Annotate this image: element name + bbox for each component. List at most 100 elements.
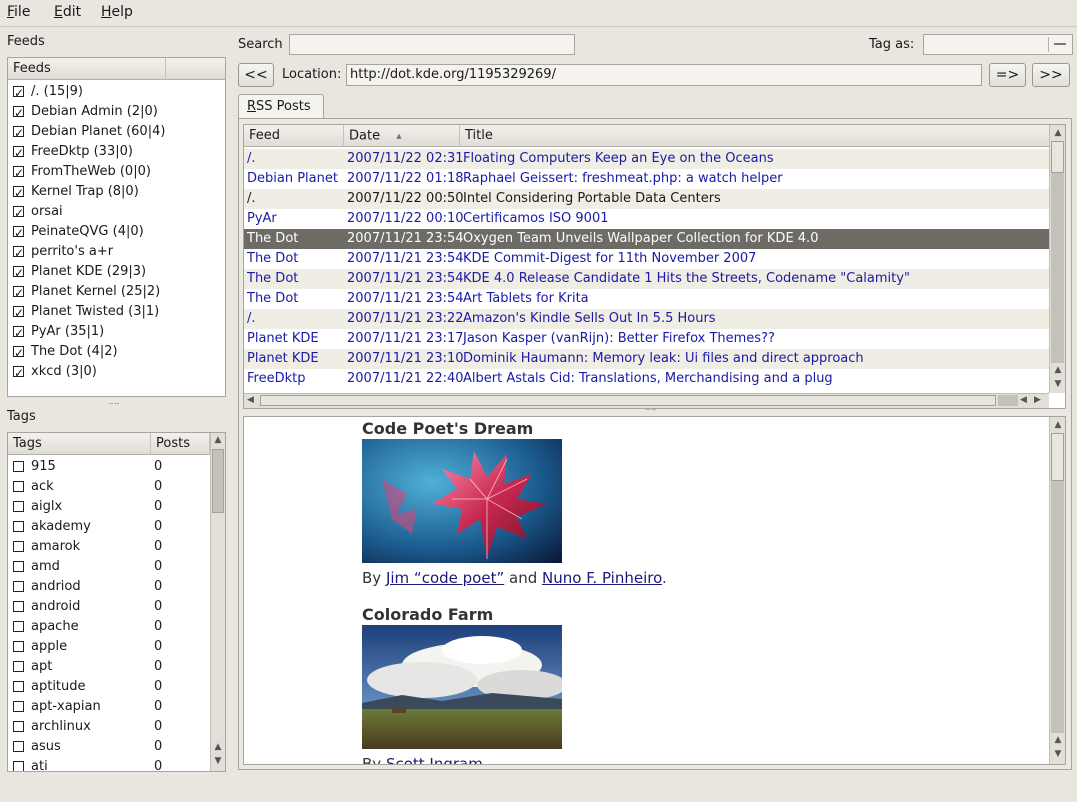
post-row[interactable]: /. 2007/11/22 00:50 Intel Considering Port… [244, 189, 1049, 209]
tag-checkbox[interactable] [13, 641, 24, 652]
tag-item[interactable]: ack 0 [8, 477, 210, 497]
article-vscrollbar[interactable]: ▲ ▲ ▼ [1049, 417, 1065, 764]
menu-file[interactable]: File [7, 4, 30, 20]
scroll-up-icon[interactable]: ▲ [1051, 365, 1065, 375]
tag-checkbox[interactable] [13, 581, 24, 592]
scroll-left-icon[interactable]: ◀ [1020, 395, 1027, 405]
tag-item[interactable]: apt-xapian 0 [8, 697, 210, 717]
feed-item[interactable]: FromTheWeb (0|0) [8, 162, 225, 183]
tag-checkbox[interactable] [13, 661, 24, 672]
feed-checkbox[interactable] [13, 123, 24, 143]
tag-checkbox[interactable] [13, 601, 24, 612]
post-row[interactable]: FreeDktp 2007/11/21 22:40 Albert Astals Ci… [244, 369, 1049, 389]
post-row[interactable]: /. 2007/11/22 02:31 Floating Computers Kee… [244, 149, 1049, 169]
article-vscroll-thumb[interactable] [1051, 433, 1064, 481]
scroll-left-icon[interactable]: ◀ [247, 395, 254, 405]
scroll-up-icon[interactable]: ▲ [1051, 735, 1065, 745]
tag-item[interactable]: aptitude 0 [8, 677, 210, 697]
tag-checkbox[interactable] [13, 561, 24, 572]
scroll-up-icon[interactable]: ▲ [1051, 420, 1065, 430]
tag-item[interactable]: amd 0 [8, 557, 210, 577]
tag-item[interactable]: akademy 0 [8, 517, 210, 537]
feed-checkbox[interactable] [13, 263, 24, 283]
tag-item[interactable]: amarok 0 [8, 537, 210, 557]
tag-item[interactable]: 915 0 [8, 457, 210, 477]
tag-checkbox[interactable] [13, 541, 24, 552]
location-input[interactable]: http://dot.kde.org/1195329269/ [346, 64, 982, 86]
post-row[interactable]: Planet KDE 2007/11/21 23:10 Dominik Hauman… [244, 349, 1049, 369]
splitter-grip[interactable]: ⠒⠒ [645, 406, 657, 415]
feed-checkbox[interactable] [13, 143, 24, 163]
scroll-right-icon[interactable]: ▶ [1034, 395, 1041, 405]
post-row[interactable]: The Dot 2007/11/21 23:54 KDE Commit-Digest… [244, 249, 1049, 269]
go-button[interactable]: => [989, 63, 1026, 87]
feed-checkbox[interactable] [13, 343, 24, 363]
feed-item[interactable]: Debian Planet (60|4) [8, 122, 225, 143]
feed-item[interactable]: /. (15|9) [8, 82, 225, 103]
tag-checkbox[interactable] [13, 761, 24, 771]
feed-item[interactable]: perrito's a+r [8, 242, 225, 263]
splitter-grip[interactable]: ⠒⠒ [108, 400, 120, 409]
tag-item[interactable]: archlinux 0 [8, 717, 210, 737]
scroll-up-icon[interactable]: ▲ [211, 742, 225, 752]
feed-checkbox[interactable] [13, 83, 24, 103]
tag-checkbox[interactable] [13, 481, 24, 492]
tag-item[interactable]: apache 0 [8, 617, 210, 637]
tag-item[interactable]: aiglx 0 [8, 497, 210, 517]
post-row[interactable]: /. 2007/11/21 23:22 Amazon's Kindle Sells … [244, 309, 1049, 329]
feed-item[interactable]: FreeDktp (33|0) [8, 142, 225, 163]
tag-item[interactable]: apt 0 [8, 657, 210, 677]
tag-checkbox[interactable] [13, 521, 24, 532]
wallpaper-1-image[interactable] [362, 439, 562, 563]
tags-scrollbar[interactable]: ▲ ▲ ▼ [210, 433, 225, 771]
posts-vscrollbar[interactable]: ▲ ▲ ▼ [1049, 125, 1065, 393]
post-row[interactable]: The Dot 2007/11/21 23:54 KDE 4.0 Release C… [244, 269, 1049, 289]
menu-help[interactable]: Help [101, 4, 133, 20]
author-link-nuno[interactable]: Nuno F. Pinheiro [542, 569, 662, 587]
feed-item[interactable]: Kernel Trap (8|0) [8, 182, 225, 203]
feed-item[interactable]: PeinateQVG (4|0) [8, 222, 225, 243]
feed-column-header[interactable]: Feed [244, 125, 344, 147]
tag-checkbox[interactable] [13, 681, 24, 692]
tags-column-header[interactable]: Tags [8, 433, 151, 455]
post-row[interactable]: Debian Planet 2007/11/22 01:18 Raphael Gei… [244, 169, 1049, 189]
posts-hscroll-thumb[interactable] [260, 395, 996, 406]
feed-item[interactable]: Planet KDE (29|3) [8, 262, 225, 283]
tag-checkbox[interactable] [13, 701, 24, 712]
feed-item[interactable]: Planet Kernel (25|2) [8, 282, 225, 303]
feed-checkbox[interactable] [13, 243, 24, 263]
post-row[interactable]: The Dot 2007/11/21 23:54 Oxygen Team Unvei… [244, 229, 1049, 249]
wallpaper-2-image[interactable] [362, 625, 562, 749]
author-link-scott[interactable]: Scott Ingram [386, 755, 483, 764]
feed-item[interactable]: orsai [8, 202, 225, 223]
feed-checkbox[interactable] [13, 163, 24, 183]
combo-arrow-icon[interactable] [1048, 37, 1070, 52]
tag-item[interactable]: android 0 [8, 597, 210, 617]
tag-checkbox[interactable] [13, 501, 24, 512]
post-row[interactable]: The Dot 2007/11/21 23:54 Art Tablets for K… [244, 289, 1049, 309]
tags-list[interactable]: Tags Posts 915 0 ack 0 aiglx 0 akademy 0 amarok 0… [7, 432, 226, 772]
tab-rss-posts[interactable]: RSS Posts [238, 94, 324, 119]
feed-checkbox[interactable] [13, 283, 24, 303]
feeds-list[interactable]: Feeds /. (15|9) Debian Admin (2|0) Debian … [7, 57, 226, 397]
feed-checkbox[interactable] [13, 363, 24, 383]
article-view[interactable]: Code Poet's Dream By Jim “code poet” and… [243, 416, 1066, 765]
date-column-header[interactable]: Date ▲ [344, 125, 460, 147]
search-input[interactable] [289, 34, 575, 55]
tag-checkbox[interactable] [13, 621, 24, 632]
feed-checkbox[interactable] [13, 183, 24, 203]
post-row[interactable]: PyAr 2007/11/22 00:10 Certificamos ISO 900… [244, 209, 1049, 229]
feed-item[interactable]: xkcd (3|0) [8, 362, 225, 383]
tag-item[interactable]: andriod 0 [8, 577, 210, 597]
feed-item[interactable]: PyAr (35|1) [8, 322, 225, 343]
tag-item[interactable]: asus 0 [8, 737, 210, 757]
feed-checkbox[interactable] [13, 103, 24, 123]
forward-button[interactable]: >> [1032, 63, 1070, 87]
author-link-jim[interactable]: Jim “code poet” [386, 569, 504, 587]
feed-item[interactable]: The Dot (4|2) [8, 342, 225, 363]
feed-checkbox[interactable] [13, 203, 24, 223]
tag-as-combo[interactable] [923, 34, 1073, 55]
feeds-column-header[interactable]: Feeds [8, 58, 166, 80]
tags-scroll-thumb[interactable] [212, 449, 224, 513]
tag-checkbox[interactable] [13, 741, 24, 752]
